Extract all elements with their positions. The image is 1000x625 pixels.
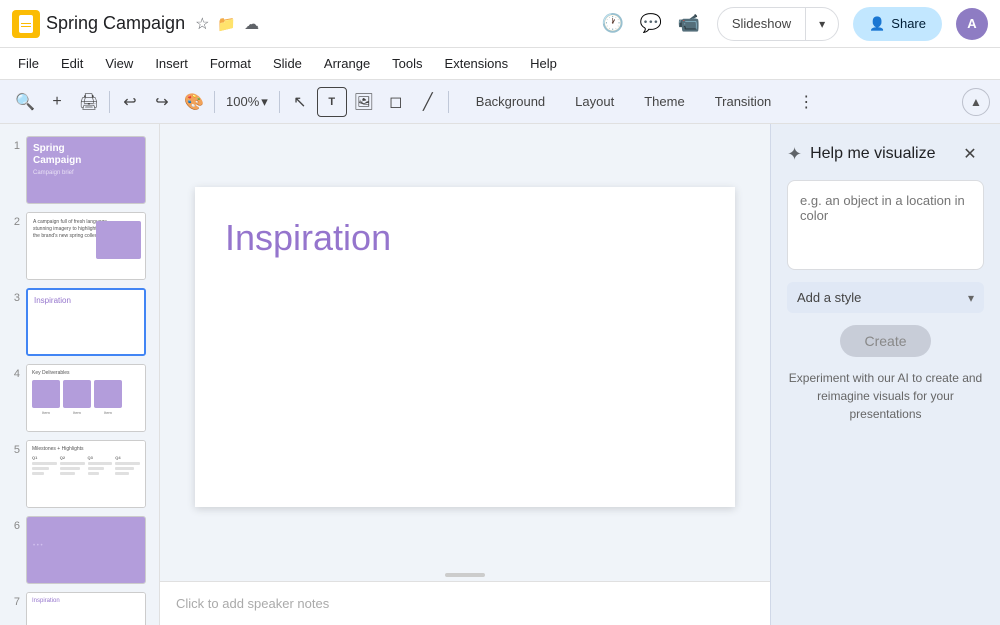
slide-thumb-2[interactable]: A campaign full of fresh language,stunni… bbox=[26, 212, 146, 280]
slide-content[interactable]: Inspiration bbox=[195, 187, 735, 507]
transition-tab[interactable]: Transition bbox=[701, 90, 786, 113]
slide-item-2[interactable]: 2 A campaign full of fresh language,stun… bbox=[0, 208, 159, 284]
collapse-toolbar-btn[interactable]: ▲ bbox=[962, 88, 990, 116]
slide-number-3: 3 bbox=[6, 288, 20, 304]
background-tab[interactable]: Background bbox=[462, 90, 559, 113]
slide-thumb-3[interactable]: Inspiration bbox=[26, 288, 146, 356]
share-button[interactable]: 👤 Share bbox=[853, 7, 942, 41]
search-toolbar-btn[interactable]: 🔍 bbox=[10, 87, 40, 117]
slideshow-button[interactable]: Slideshow ▾ bbox=[717, 7, 839, 41]
slide1-subtitle: Campaign brief bbox=[33, 170, 139, 176]
slide-number-2: 2 bbox=[6, 212, 20, 228]
share-icon: 👤 bbox=[869, 16, 885, 32]
undo-btn[interactable]: ↩ bbox=[115, 87, 145, 117]
folder-icon[interactable]: 📁 bbox=[217, 15, 236, 33]
slides-panel: 1 SpringCampaign Campaign brief 2 A camp… bbox=[0, 124, 160, 625]
ai-panel-header: ✦ Help me visualize ✕ bbox=[787, 140, 984, 168]
add-slide-btn[interactable]: + bbox=[42, 87, 72, 117]
toolbar-tabs: Background Layout Theme Transition bbox=[462, 90, 786, 113]
slide-number-5: 5 bbox=[6, 440, 20, 456]
slide-item-7[interactable]: 7 Inspiration bbox=[0, 588, 159, 625]
zoom-selector[interactable]: 100% ▾ bbox=[220, 92, 274, 112]
menu-edit[interactable]: Edit bbox=[51, 52, 93, 75]
ai-panel-title: Help me visualize bbox=[810, 145, 935, 163]
cursor-tool-btn[interactable]: ↖ bbox=[285, 87, 315, 117]
slide-item-1[interactable]: 1 SpringCampaign Campaign brief bbox=[0, 132, 159, 208]
slide-item-3[interactable]: 3 Inspiration bbox=[0, 284, 159, 360]
slide4-title: Key Deliverables bbox=[32, 370, 140, 376]
doc-title: Spring Campaign bbox=[46, 13, 185, 34]
top-bar: Spring Campaign ☆ 📁 ☁ 🕐 💬 📹 Slideshow ▾ … bbox=[0, 0, 1000, 48]
ai-style-select-wrapper: Add a style Photorealistic Illustration … bbox=[787, 282, 984, 313]
close-icon: ✕ bbox=[963, 144, 976, 164]
slide1-title: SpringCampaign bbox=[33, 143, 139, 167]
menu-help[interactable]: Help bbox=[520, 52, 567, 75]
slide7-title: Inspiration bbox=[32, 598, 140, 604]
menu-arrange[interactable]: Arrange bbox=[314, 52, 380, 75]
cloud-save-icon: ☁ bbox=[244, 15, 259, 33]
theme-tab[interactable]: Theme bbox=[630, 90, 698, 113]
slide-thumb-1[interactable]: SpringCampaign Campaign brief bbox=[26, 136, 146, 204]
slide-item-6[interactable]: 6 • • • bbox=[0, 512, 159, 588]
slide-thumb-6[interactable]: • • • bbox=[26, 516, 146, 584]
shape-btn[interactable]: ◻ bbox=[381, 87, 411, 117]
menu-tools[interactable]: Tools bbox=[382, 52, 432, 75]
menu-format[interactable]: Format bbox=[200, 52, 261, 75]
slide-item-4[interactable]: 4 🔗 Key Deliverables Item Item bbox=[0, 360, 159, 436]
ai-panel: ✦ Help me visualize ✕ Add a style Photor… bbox=[770, 124, 1000, 625]
slide-thumb-4[interactable]: 🔗 Key Deliverables Item Item bbox=[26, 364, 146, 432]
more-options-btn[interactable]: ⋮ bbox=[791, 87, 821, 117]
main-slide-title: Inspiration bbox=[225, 217, 705, 259]
scroll-indicator bbox=[160, 569, 770, 581]
slide-thumb-7[interactable]: Inspiration bbox=[26, 592, 146, 625]
toolbar: 🔍 + 🖨 ↩ ↪ 🎨 100% ▾ ↖ T 🖼 ◻ ╱ Background … bbox=[0, 80, 1000, 124]
share-label: Share bbox=[891, 16, 926, 31]
ai-create-btn[interactable]: Create bbox=[840, 325, 930, 357]
ai-panel-close-btn[interactable]: ✕ bbox=[956, 140, 984, 168]
paint-format-btn[interactable]: 🎨 bbox=[179, 87, 209, 117]
app-icon bbox=[12, 10, 40, 38]
menu-slide[interactable]: Slide bbox=[263, 52, 312, 75]
menu-file[interactable]: File bbox=[8, 52, 49, 75]
layout-tab[interactable]: Layout bbox=[561, 90, 628, 113]
slide-canvas[interactable]: Inspiration bbox=[160, 124, 770, 569]
line-btn[interactable]: ╱ bbox=[413, 87, 443, 117]
menu-insert[interactable]: Insert bbox=[145, 52, 198, 75]
print-btn[interactable]: 🖨 bbox=[74, 87, 104, 117]
ai-prompt-textarea[interactable] bbox=[787, 180, 984, 270]
slide-thumb-5[interactable]: Milestones + Highlights Q1 Q2 bbox=[26, 440, 146, 508]
speaker-notes-placeholder: Click to add speaker notes bbox=[176, 596, 329, 611]
slide-number-6: 6 bbox=[6, 516, 20, 532]
slide-number-4: 4 bbox=[6, 364, 20, 380]
redo-btn[interactable]: ↪ bbox=[147, 87, 177, 117]
menu-extensions[interactable]: Extensions bbox=[435, 52, 519, 75]
ai-style-select[interactable]: Add a style Photorealistic Illustration … bbox=[787, 282, 984, 313]
text-box-btn[interactable]: T bbox=[317, 87, 347, 117]
slide3-title: Inspiration bbox=[34, 296, 71, 305]
slide6-text: • • • bbox=[33, 543, 139, 549]
slide-item-5[interactable]: 5 Milestones + Highlights Q1 Q2 bbox=[0, 436, 159, 512]
zoom-level: 100% bbox=[226, 94, 259, 109]
menu-bar: File Edit View Insert Format Slide Arran… bbox=[0, 48, 1000, 80]
canvas-area: Inspiration Click to add speaker notes bbox=[160, 124, 770, 625]
comment-button[interactable]: 💬 bbox=[635, 8, 667, 40]
zoom-dropdown-icon: ▾ bbox=[261, 94, 268, 110]
avatar[interactable]: A bbox=[956, 8, 988, 40]
slideshow-main[interactable]: Slideshow bbox=[718, 8, 806, 40]
slide5-title: Milestones + Highlights bbox=[32, 446, 140, 452]
ai-hint-text: Experiment with our AI to create and rei… bbox=[787, 369, 984, 423]
speaker-notes[interactable]: Click to add speaker notes bbox=[160, 581, 770, 625]
slide-number-7: 7 bbox=[6, 592, 20, 608]
slideshow-dropdown-arrow[interactable]: ▾ bbox=[806, 8, 838, 40]
history-button[interactable]: 🕐 bbox=[597, 8, 629, 40]
image-btn[interactable]: 🖼 bbox=[349, 87, 379, 117]
slide-number-1: 1 bbox=[6, 136, 20, 152]
main-area: 1 SpringCampaign Campaign brief 2 A camp… bbox=[0, 124, 1000, 625]
menu-view[interactable]: View bbox=[95, 52, 143, 75]
video-button[interactable]: 📹 bbox=[673, 8, 705, 40]
ai-panel-icon: ✦ bbox=[787, 144, 802, 165]
star-icon[interactable]: ☆ bbox=[195, 14, 209, 34]
